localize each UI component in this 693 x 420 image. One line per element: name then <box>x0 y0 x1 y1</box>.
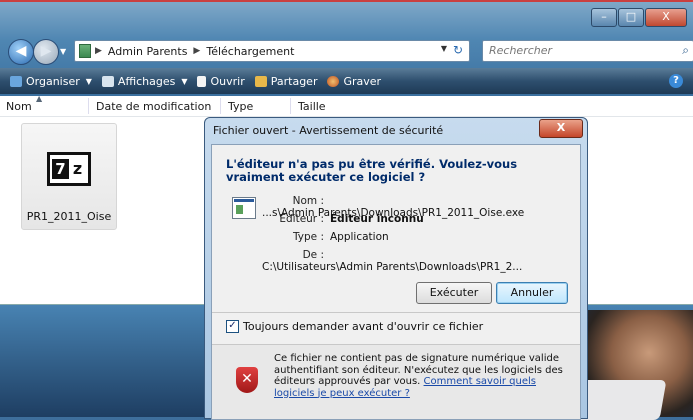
dialog-title: Fichier ouvert - Avertissement de sécuri… <box>213 124 444 137</box>
window-controls: – □ X <box>590 8 687 27</box>
chevron-down-icon: ▼ <box>181 76 188 86</box>
breadcrumb-telechargement[interactable]: Téléchargement <box>206 45 294 58</box>
breadcrumb-admin-parents[interactable]: Admin Parents <box>108 45 188 58</box>
always-ask-checkbox[interactable]: ✓ Toujours demander avant d'ouvrir ce fi… <box>226 320 483 333</box>
sort-ascending-icon: ▲ <box>36 94 43 103</box>
search-placeholder: Rechercher <box>489 44 553 57</box>
divider <box>212 312 580 313</box>
forward-button[interactable]: ▶ <box>33 39 59 65</box>
warning-text: Ce fichier ne contient pas de signature … <box>274 353 564 399</box>
warning-question: L'éditeur n'a pas pu être vérifié. Voule… <box>226 157 518 184</box>
column-header-size[interactable]: Taille <box>298 100 326 113</box>
7z-icon-left: 7 <box>52 159 69 179</box>
burn-icon <box>327 75 340 87</box>
warning-panel: ✕ Ce fichier ne contient pas de signatur… <box>212 345 580 419</box>
application-icon <box>232 197 256 219</box>
back-button[interactable]: ◀ <box>8 39 34 65</box>
security-warning-dialog: Fichier ouvert - Avertissement de sécuri… <box>204 117 588 420</box>
views-button[interactable]: Affichages ▼ <box>101 74 188 88</box>
views-label: Affichages <box>117 74 176 88</box>
column-divider[interactable] <box>88 98 89 114</box>
command-toolbar: Organiser ▼ Affichages ▼ Ouvrir Partager G… <box>0 68 693 94</box>
from-value: C:\Utilisateurs\Admin Parents\Downloads\… <box>262 261 523 273</box>
minimize-button[interactable]: – <box>591 8 617 27</box>
column-header-name[interactable]: Nom <box>6 100 32 113</box>
run-button[interactable]: Exécuter <box>416 282 492 304</box>
organize-label: Organiser <box>26 74 80 88</box>
file-name: PR1_2011_Oise <box>26 210 112 223</box>
column-header-date[interactable]: Date de modification <box>96 100 211 113</box>
always-ask-label: Toujours demander avant d'ouvrir ce fich… <box>243 320 484 333</box>
burn-button[interactable]: Graver <box>327 75 381 88</box>
organize-icon <box>10 75 22 87</box>
burn-label: Graver <box>343 74 382 88</box>
publisher-label: Éditeur : <box>279 213 324 225</box>
from-label: De : <box>302 249 324 261</box>
7z-archive-icon: 7 z <box>47 152 91 186</box>
open-label: Ouvrir <box>210 74 245 88</box>
detail-from: De :C:\Utilisateurs\Admin Parents\Downlo… <box>262 249 572 273</box>
close-button[interactable]: X <box>645 8 687 27</box>
cancel-button[interactable]: Annuler <box>496 282 568 304</box>
chevron-down-icon: ▼ <box>85 76 92 86</box>
column-header-type[interactable]: Type <box>228 100 253 113</box>
type-value: Application <box>330 231 389 243</box>
column-divider[interactable] <box>290 98 291 114</box>
7z-icon-right: z <box>72 159 83 178</box>
column-divider[interactable] <box>220 98 221 114</box>
detail-type: Type : Application <box>262 231 572 243</box>
document-icon <box>197 75 207 87</box>
file-item[interactable]: 7 z PR1_2011_Oise <box>21 123 117 230</box>
chevron-right-icon: ▶ <box>95 46 102 56</box>
search-input[interactable]: Rechercher ⌕ <box>482 40 693 62</box>
address-bar[interactable]: ▶ Admin Parents ▶ Téléchargement ▼ ↻ <box>74 40 470 62</box>
folder-icon <box>79 44 91 58</box>
detail-publisher: Éditeur : Éditeur inconnu <box>262 213 572 225</box>
navigation-bar: ◀ ▶ ▼ ▶ Admin Parents ▶ Téléchargement ▼… <box>8 39 693 65</box>
type-label: Type : <box>293 231 324 243</box>
views-icon <box>101 75 114 87</box>
organize-button[interactable]: Organiser ▼ <box>10 75 92 88</box>
share-button[interactable]: Partager <box>254 74 318 88</box>
dialog-close-button[interactable]: X <box>539 119 583 138</box>
refresh-icon[interactable]: ↻ <box>449 41 467 59</box>
recent-pages-dropdown-icon[interactable]: ▼ <box>60 47 69 56</box>
share-label: Partager <box>270 74 318 88</box>
share-icon <box>254 75 267 87</box>
help-icon[interactable]: ? <box>669 74 683 88</box>
search-icon[interactable]: ⌕ <box>682 43 689 58</box>
security-shield-icon: ✕ <box>236 367 258 393</box>
column-headers: Nom ▲ Date de modification Type Taille <box>0 94 693 117</box>
name-label: Nom : <box>292 195 324 207</box>
publisher-value: Éditeur inconnu <box>330 213 424 225</box>
dialog-body: L'éditeur n'a pas pu être vérifié. Voule… <box>211 144 581 420</box>
open-button[interactable]: Ouvrir <box>197 74 245 88</box>
address-dropdown-icon[interactable]: ▼ <box>441 44 447 53</box>
chevron-right-icon: ▶ <box>193 46 201 56</box>
maximize-button[interactable]: □ <box>618 8 644 27</box>
checkbox-checked-icon[interactable]: ✓ <box>226 320 239 333</box>
